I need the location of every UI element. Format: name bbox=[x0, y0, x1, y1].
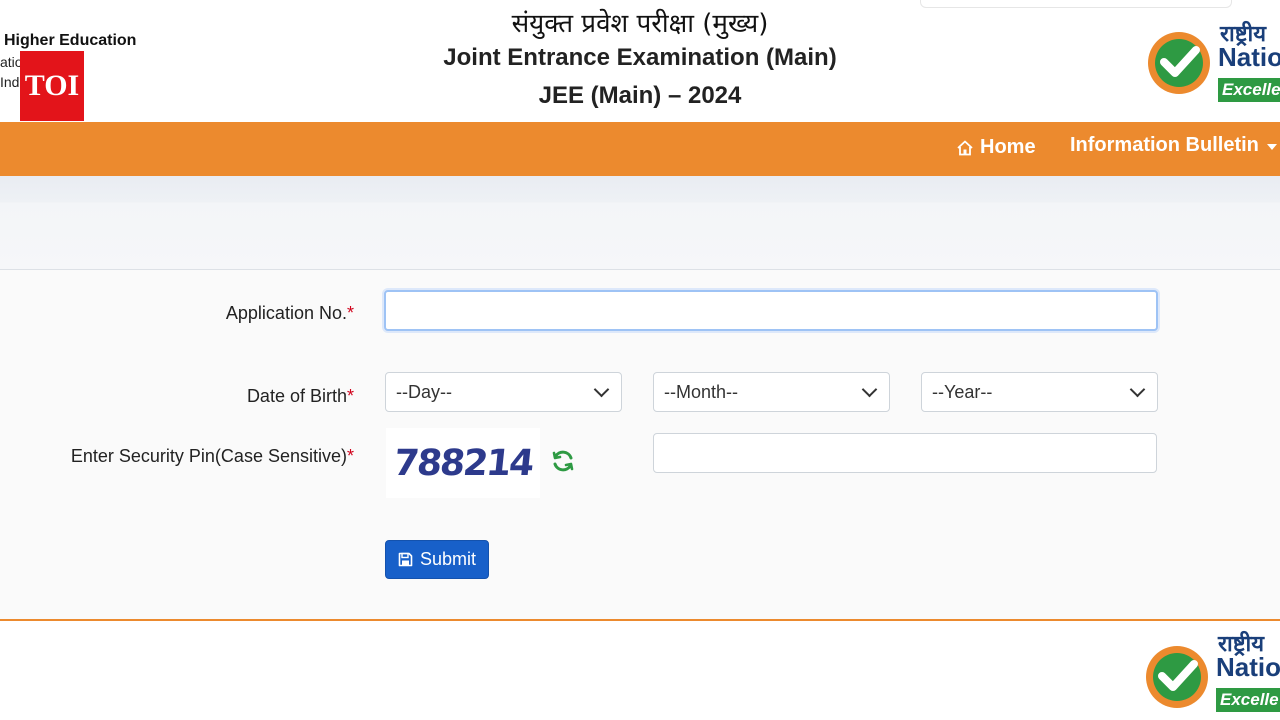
page-footer: राष्ट्रीय Nation Excelle bbox=[0, 621, 1280, 720]
nta-logo: राष्ट्रीय Nation Excelle bbox=[1144, 22, 1280, 106]
required-marker: * bbox=[346, 446, 354, 466]
dob-label: Date of Birth* bbox=[247, 386, 354, 407]
nta-tagline: Excelle bbox=[1218, 78, 1280, 102]
submit-button[interactable]: Submit bbox=[385, 540, 489, 579]
security-pin-label: Enter Security Pin(Case Sensitive)* bbox=[71, 446, 354, 467]
dob-label-text: Date of Birth bbox=[246, 386, 347, 406]
refresh-captcha-icon[interactable] bbox=[550, 448, 576, 474]
captcha-text: 788214 bbox=[391, 442, 535, 484]
exam-title-english: Joint Entrance Examination (Main) bbox=[443, 44, 837, 71]
required-marker: * bbox=[346, 386, 354, 406]
dob-year-value: --Year-- bbox=[932, 381, 993, 402]
nta-name-english: Nation bbox=[1218, 42, 1280, 72]
nta-logo-footer: राष्ट्रीय Nation Excelle bbox=[1142, 632, 1280, 720]
captcha-image: 788214 bbox=[386, 428, 540, 498]
required-marker: * bbox=[346, 303, 354, 323]
main-navbar: Home Information Bulletin bbox=[0, 122, 1280, 176]
application-no-label-text: Application No. bbox=[225, 303, 347, 323]
page-subheader-band bbox=[0, 176, 1280, 270]
nta-check-icon bbox=[1148, 32, 1210, 94]
submit-button-label: Submit bbox=[419, 549, 477, 569]
chevron-down-icon bbox=[1129, 381, 1146, 397]
caret-down-icon bbox=[1266, 143, 1277, 150]
dob-day-value: --Day-- bbox=[396, 381, 452, 402]
dob-day-select[interactable]: --Day-- bbox=[385, 372, 622, 412]
security-pin-input[interactable] bbox=[653, 433, 1157, 473]
nav-information-bulletin-label: Information Bulletin bbox=[1070, 134, 1259, 156]
save-icon bbox=[398, 552, 413, 567]
dob-year-select[interactable]: --Year-- bbox=[921, 372, 1158, 412]
page-header: Higher Education atio Ind TOI संयुक्त प्… bbox=[0, 0, 1280, 122]
home-icon bbox=[957, 140, 973, 155]
exam-title-year: JEE (Main) – 2024 bbox=[538, 82, 742, 109]
chevron-down-icon bbox=[593, 381, 610, 397]
chevron-down-icon bbox=[861, 381, 878, 397]
application-no-label: Application No.* bbox=[226, 303, 354, 324]
security-pin-label-text: Enter Security Pin(Case Sensitive) bbox=[70, 446, 347, 466]
nta-tagline: Excelle bbox=[1216, 688, 1280, 712]
dob-month-value: --Month-- bbox=[664, 381, 739, 402]
nav-home-link[interactable]: Home bbox=[956, 136, 1036, 159]
nta-name-english: Nation bbox=[1216, 652, 1280, 682]
nta-check-icon bbox=[1146, 646, 1208, 708]
nav-home-label: Home bbox=[980, 136, 1036, 158]
application-no-input[interactable] bbox=[384, 290, 1158, 331]
dob-month-select[interactable]: --Month-- bbox=[653, 372, 890, 412]
nav-information-bulletin-dropdown[interactable]: Information Bulletin bbox=[1070, 134, 1277, 157]
exam-title-hindi: संयुक्त प्रवेश परीक्षा (मुख्य) bbox=[511, 9, 769, 39]
